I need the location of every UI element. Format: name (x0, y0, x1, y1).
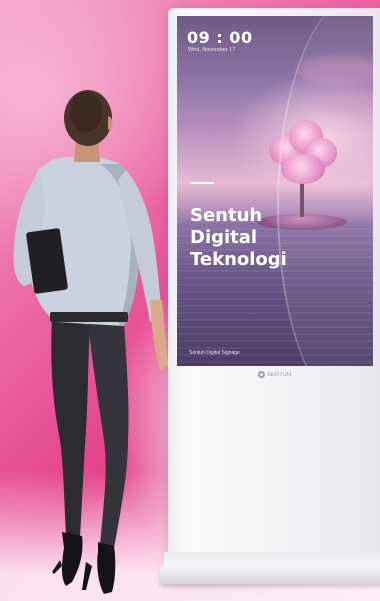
right-forearm (150, 300, 168, 370)
woman-figure (13, 90, 168, 594)
left-heel (52, 560, 62, 574)
right-shoe (97, 542, 116, 594)
right-heel (82, 562, 92, 590)
belt (50, 312, 128, 322)
left-leg (51, 318, 90, 538)
right-leg (88, 320, 129, 548)
background-scene: 09 : 00 Wed, November 17 Sentuh Digital … (0, 0, 380, 601)
hair-bun (70, 92, 102, 132)
left-shoe (62, 532, 83, 586)
